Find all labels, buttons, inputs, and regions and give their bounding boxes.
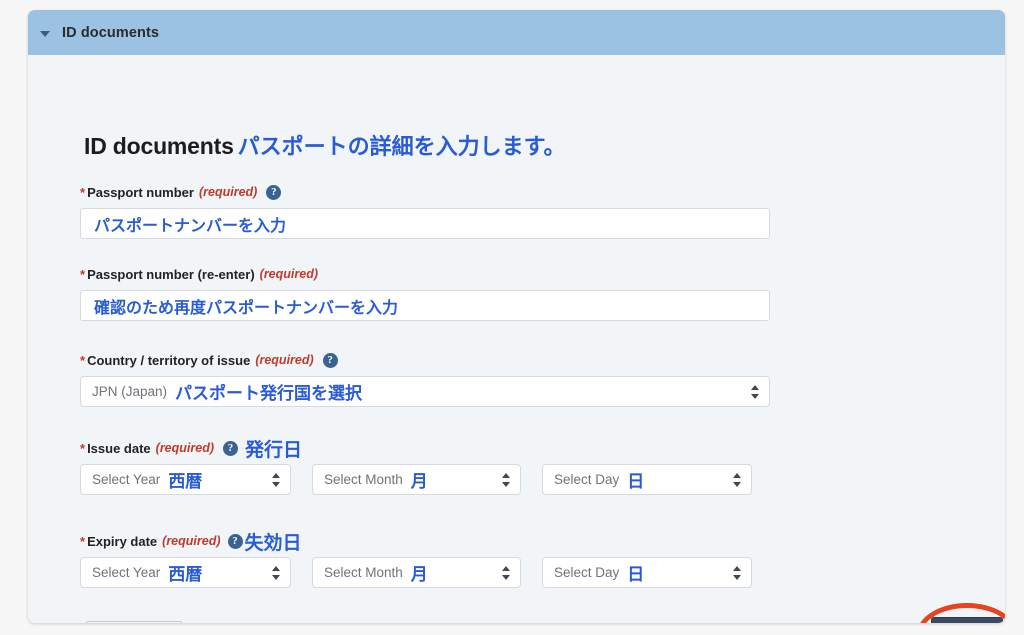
issue-date-month-select[interactable]: Select Month 月	[312, 464, 521, 495]
year-placeholder: Select Year	[92, 565, 161, 580]
select-stepper-icon[interactable]	[272, 565, 281, 581]
select-stepper-icon[interactable]	[502, 472, 511, 488]
select-stepper-icon[interactable]	[733, 565, 742, 581]
field-passport-number-reenter: * Passport number (re-enter) (required) …	[80, 265, 770, 321]
year-placeholder: Select Year	[92, 472, 161, 487]
page-title-en: ID documents	[84, 133, 234, 159]
month-placeholder: Select Month	[324, 472, 403, 487]
select-stepper-icon[interactable]	[272, 472, 281, 488]
passport-number-reenter-input[interactable]: 確認のため再度パスポートナンバーを入力	[80, 290, 770, 321]
expiry-date-day-select[interactable]: Select Day 日	[542, 557, 752, 588]
label-text: Passport number	[87, 184, 194, 200]
expiry-date-month-select[interactable]: Select Month 月	[312, 557, 521, 588]
select-stepper-icon[interactable]	[751, 384, 760, 400]
field-issue-date: * Issue date (required) ? 発行日 Select Yea…	[80, 439, 770, 495]
day-placeholder: Select Day	[554, 565, 620, 580]
id-documents-panel: ID documents ID documents パスポートの詳細を入力します。…	[28, 10, 1005, 623]
country-annotation: パスポート発行国を選択	[175, 384, 363, 403]
label-text: Passport number (re-enter)	[87, 266, 255, 282]
required-star: *	[80, 352, 86, 368]
label-expiry-date: * Expiry date (required) ? 失効日	[80, 532, 770, 554]
select-stepper-icon[interactable]	[733, 472, 742, 488]
month-annotation: 月	[410, 565, 428, 584]
required-text: (required)	[162, 534, 221, 548]
issue-date-year-select[interactable]: Select Year 西暦	[80, 464, 291, 495]
label-text: Country / territory of issue	[87, 352, 251, 368]
page-title: ID documents パスポートの詳細を入力します。	[84, 129, 565, 161]
help-icon[interactable]: ?	[227, 533, 243, 549]
expiry-date-year-select[interactable]: Select Year 西暦	[80, 557, 291, 588]
help-icon[interactable]: ?	[223, 440, 238, 456]
passport-number-reenter-value: 確認のため再度パスポートナンバーを入力	[94, 299, 399, 317]
panel-body: ID documents パスポートの詳細を入力します。 * Passport n…	[28, 55, 1005, 623]
day-placeholder: Select Day	[554, 472, 620, 487]
label-text: Expiry date	[87, 533, 158, 549]
required-text: (required)	[259, 267, 318, 281]
label-passport-number: * Passport number (required) ?	[80, 183, 770, 201]
passport-number-value: パスポートナンバーを入力	[94, 217, 287, 235]
month-placeholder: Select Month	[324, 565, 403, 580]
required-star: *	[80, 184, 86, 200]
passport-number-input[interactable]: パスポートナンバーを入力	[80, 208, 770, 239]
label-passport-number-reenter: * Passport number (re-enter) (required)	[80, 265, 770, 283]
day-annotation: 日	[627, 565, 645, 584]
field-country-of-issue: * Country / territory of issue (required…	[80, 351, 770, 407]
month-annotation: 月	[410, 472, 428, 491]
field-passport-number: * Passport number (required) ? パスポートナンバー…	[80, 183, 770, 239]
help-icon[interactable]: ?	[322, 352, 338, 368]
panel-header-title: ID documents	[62, 24, 160, 41]
required-text: (required)	[198, 185, 258, 199]
next-button-wrap: Next →	[931, 617, 1003, 623]
day-annotation: 日	[627, 472, 645, 491]
chevron-down-icon[interactable]	[40, 30, 50, 37]
field-expiry-date: * Expiry date (required) ? 失効日 Select Ye…	[80, 532, 770, 588]
issue-date-day-select[interactable]: Select Day 日	[542, 464, 752, 495]
label-country-of-issue: * Country / territory of issue (required…	[80, 351, 770, 369]
required-text: (required)	[255, 353, 314, 367]
select-stepper-icon[interactable]	[502, 565, 511, 581]
previous-button[interactable]: ← Previous	[85, 621, 183, 623]
year-annotation: 西暦	[168, 565, 203, 584]
label-issue-date: * Issue date (required) ? 発行日	[80, 439, 770, 461]
country-selected-value: JPN (Japan)	[92, 384, 168, 399]
expiry-date-annotation: 失効日	[244, 532, 302, 554]
panel-header[interactable]: ID documents	[28, 10, 1005, 55]
expiry-date-selects: Select Year 西暦 Select Month 月 Select Day…	[80, 557, 770, 588]
required-text: (required)	[155, 441, 214, 455]
year-annotation: 西暦	[168, 472, 203, 491]
help-icon[interactable]: ?	[266, 184, 282, 200]
issue-date-selects: Select Year 西暦 Select Month 月 Select Day…	[80, 464, 770, 495]
next-button[interactable]: Next →	[931, 617, 1003, 623]
required-star: *	[80, 440, 86, 456]
label-text: Issue date	[87, 440, 151, 456]
issue-date-annotation: 発行日	[245, 439, 303, 461]
country-of-issue-select[interactable]: JPN (Japan) パスポート発行国を選択	[80, 376, 770, 407]
required-star: *	[80, 266, 86, 282]
page-title-annotation: パスポートの詳細を入力します。	[237, 134, 566, 159]
required-star: *	[80, 533, 86, 549]
